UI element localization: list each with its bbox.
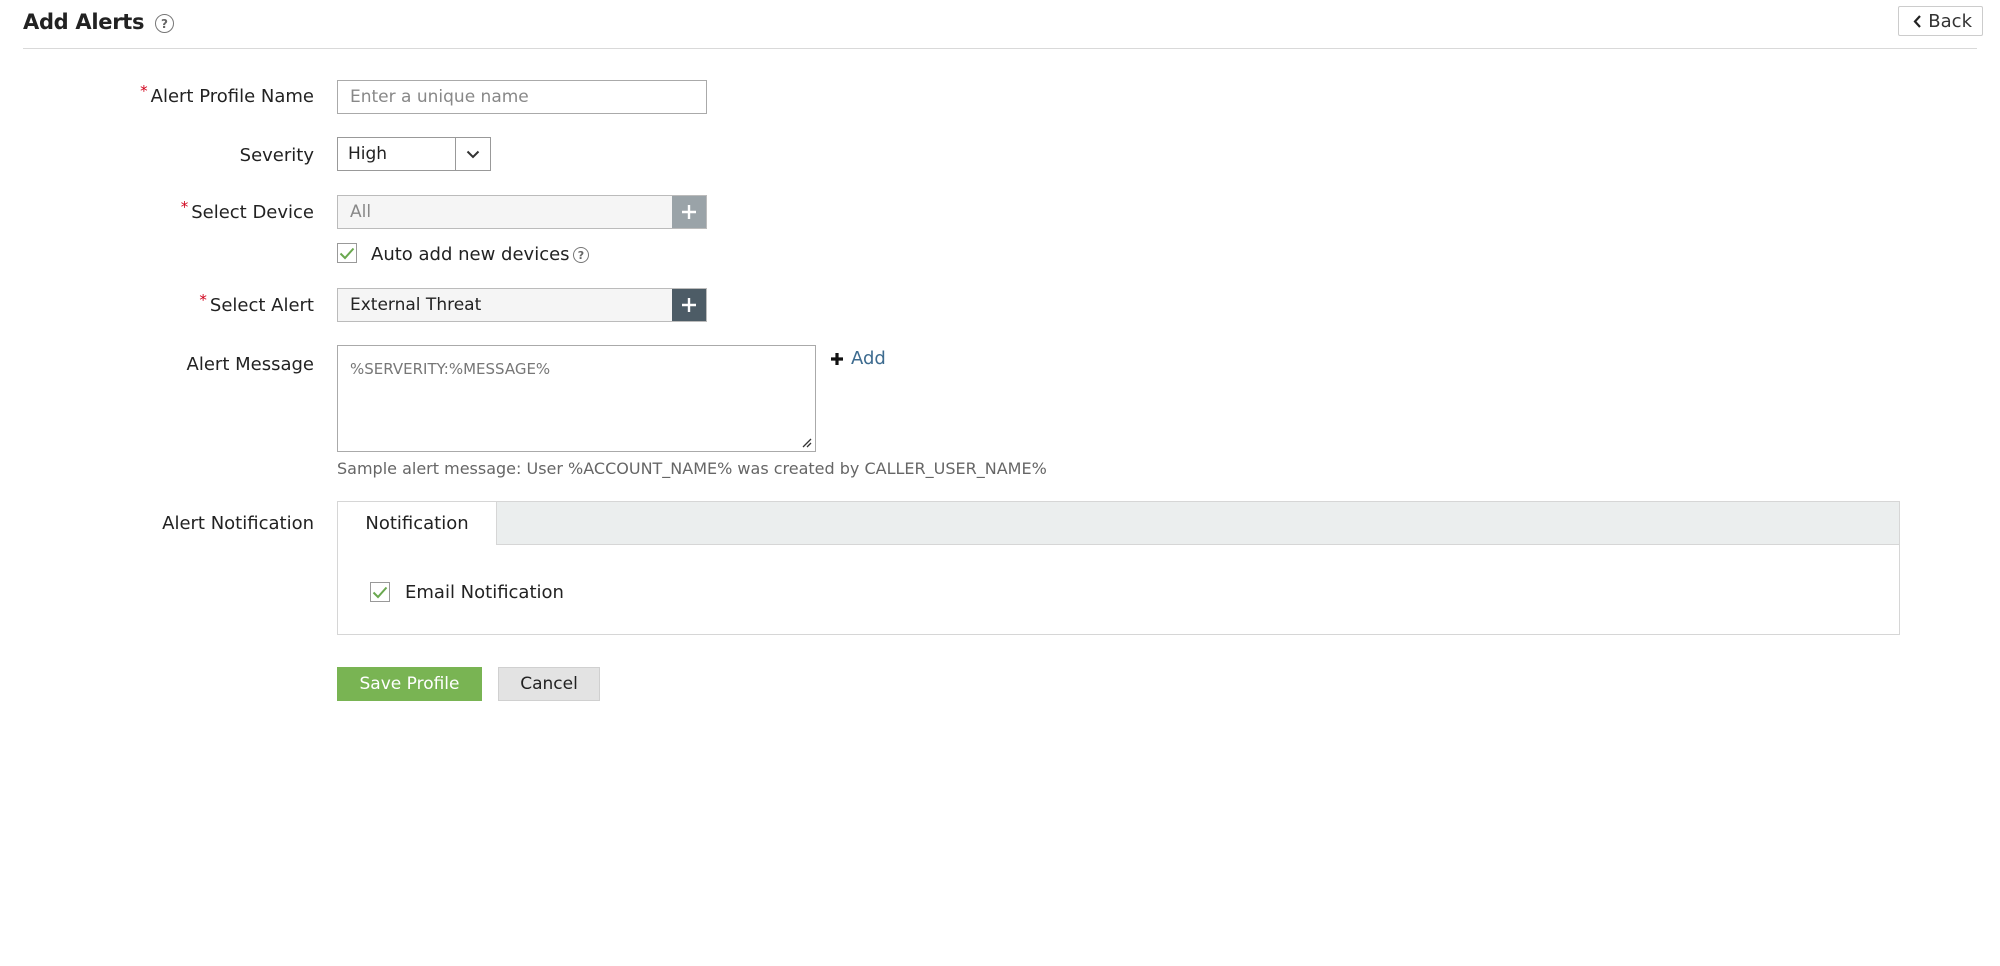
tab-notification[interactable]: Notification — [338, 502, 497, 545]
notification-label: Alert Notification — [162, 513, 314, 534]
alert-label: * Select Alert — [199, 291, 314, 316]
page-header: Add Alerts ? Back — [0, 0, 2000, 48]
help-icon[interactable]: ? — [155, 14, 174, 33]
add-variable-link[interactable]: Add — [830, 348, 886, 369]
auto-add-label: Auto add new devices — [371, 244, 570, 265]
add-device-plus-icon[interactable] — [672, 196, 706, 228]
alert-message-textarea[interactable]: %SERVERITY:%MESSAGE% — [337, 345, 816, 452]
header-divider — [23, 48, 1977, 49]
device-label: * Select Device — [180, 198, 314, 223]
help-icon[interactable]: ? — [573, 247, 589, 263]
check-icon — [372, 586, 388, 598]
page-title: Add Alerts — [23, 10, 145, 34]
chevron-down-icon[interactable] — [455, 138, 490, 170]
sample-message-hint: Sample alert message: User %ACCOUNT_NAME… — [337, 459, 1047, 478]
resize-grip-icon[interactable] — [800, 436, 812, 448]
required-asterisk: * — [199, 291, 207, 309]
alert-value: External Threat — [350, 295, 482, 315]
severity-label: Severity — [239, 145, 314, 166]
required-asterisk: * — [180, 198, 189, 216]
chevron-left-icon — [1913, 14, 1922, 28]
auto-add-checkbox[interactable] — [337, 243, 357, 263]
alert-picker[interactable]: External Threat — [337, 288, 707, 322]
severity-select[interactable]: High — [337, 137, 491, 171]
plus-icon — [831, 352, 843, 365]
cancel-button[interactable]: Cancel — [498, 667, 600, 701]
notification-tab-strip: Notification — [338, 502, 1899, 545]
device-picker[interactable]: All — [337, 195, 707, 229]
email-notification-checkbox[interactable] — [370, 582, 390, 602]
profile-name-label: * Alert Profile Name — [140, 82, 314, 107]
profile-name-input[interactable] — [337, 80, 707, 114]
required-asterisk: * — [140, 82, 148, 100]
add-alert-plus-icon[interactable] — [672, 289, 706, 321]
check-icon — [339, 247, 355, 259]
device-value: All — [350, 202, 372, 222]
severity-value: High — [348, 144, 388, 164]
add-label: Add — [851, 348, 886, 369]
back-label: Back — [1928, 10, 1972, 32]
message-label: Alert Message — [186, 354, 314, 375]
notification-panel: Notification Email Notification — [337, 501, 1900, 635]
email-notification-label: Email Notification — [405, 582, 564, 603]
save-profile-button[interactable]: Save Profile — [337, 667, 482, 701]
back-button[interactable]: Back — [1898, 6, 1983, 36]
